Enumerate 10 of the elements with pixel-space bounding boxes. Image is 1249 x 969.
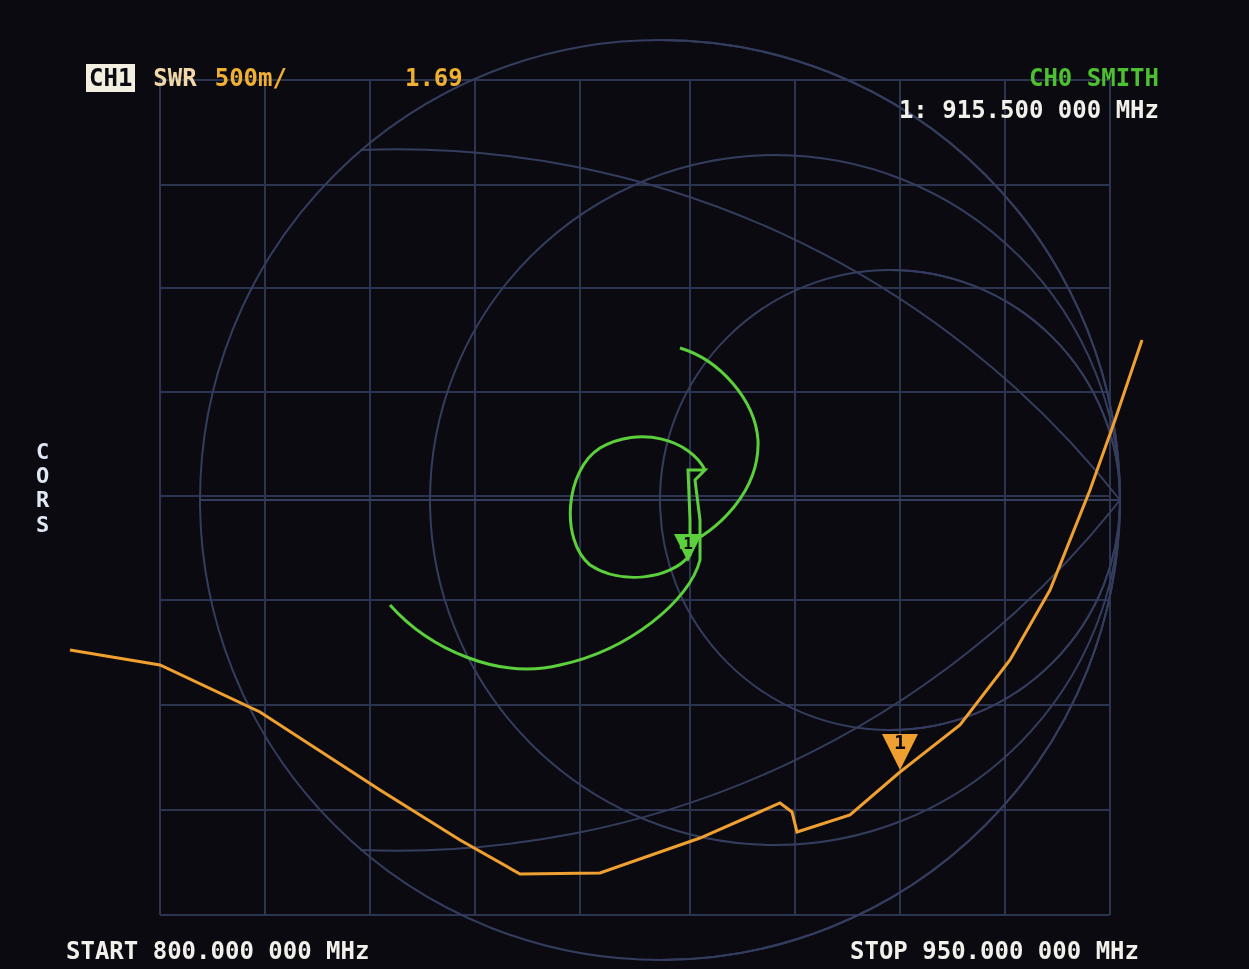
start-frequency: START 800.000 000 MHz [66, 937, 370, 965]
marker-readout: 1: 915.500 000 MHz [898, 96, 1159, 124]
smith-marker: 1 [674, 534, 702, 562]
value-reading: 1.69 [404, 64, 463, 92]
scale-label: 500m/ [214, 64, 287, 92]
channel-label[interactable]: CH1 [86, 64, 136, 92]
stop-frequency: STOP 950.000 000 MHz [850, 937, 1139, 965]
side-label: CORS [36, 440, 51, 537]
trace-label: CH0 SMITH [1028, 64, 1159, 92]
format-label: SWR [153, 64, 197, 92]
